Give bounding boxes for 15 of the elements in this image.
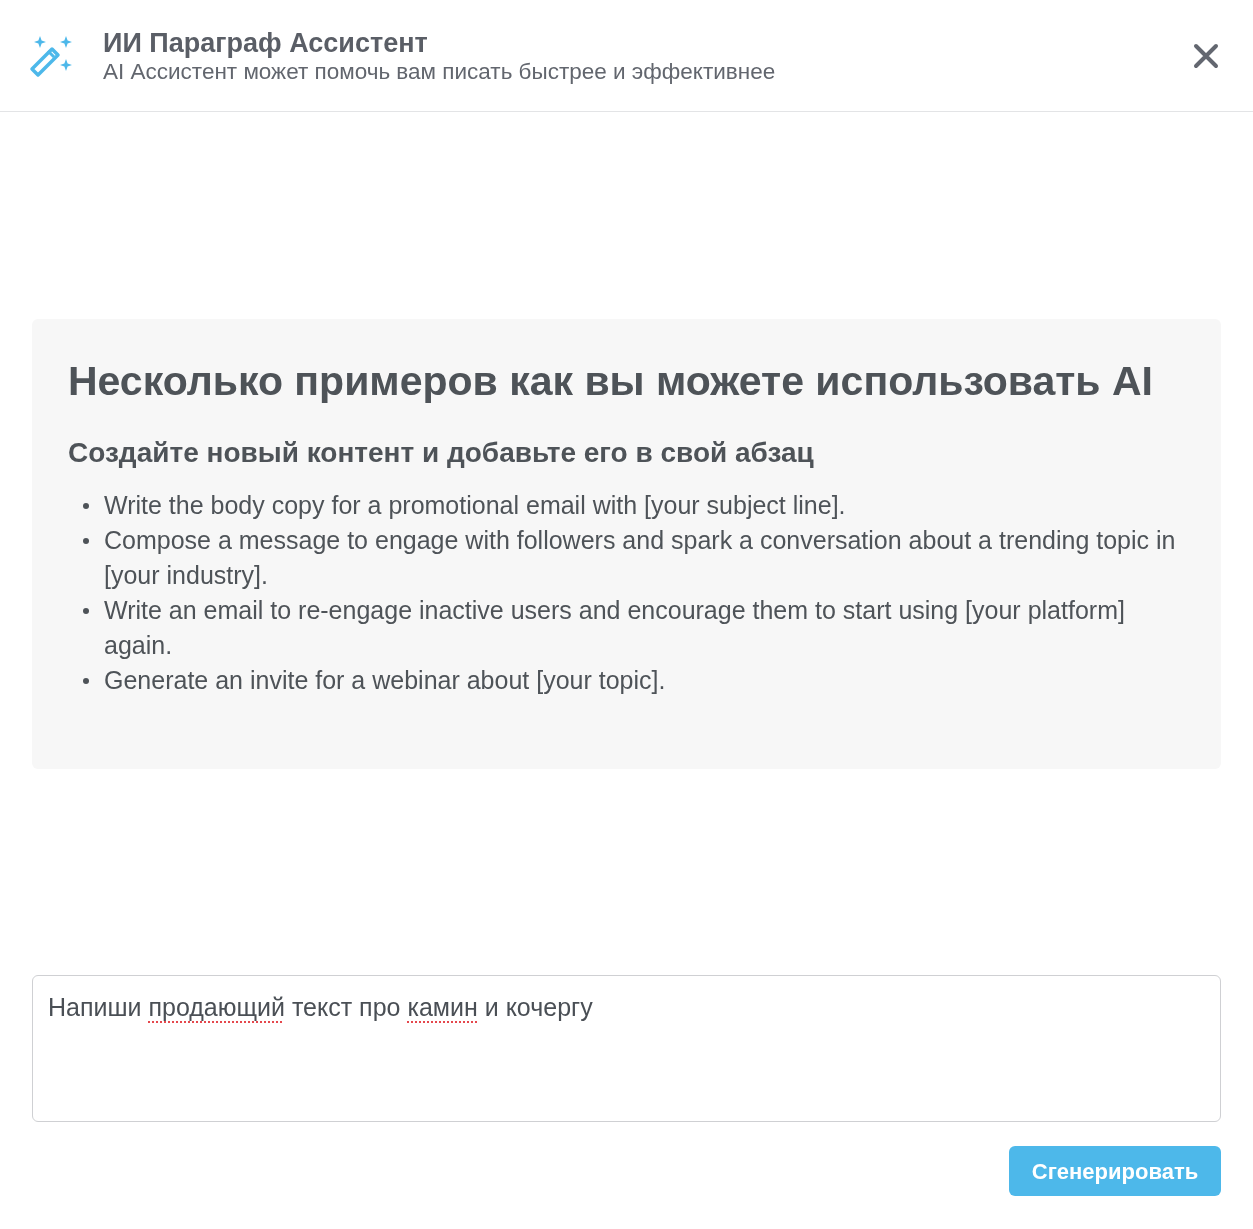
bullet-icon bbox=[83, 608, 89, 614]
prompt-field[interactable]: Напиши продающий текст про камин и кочергу bbox=[32, 975, 1221, 1122]
bullet-icon bbox=[83, 503, 89, 509]
examples-heading: Несколько примеров как вы можете использовать AI bbox=[68, 357, 1154, 406]
bullet-icon bbox=[83, 678, 89, 684]
example-prompt: Compose a message to engage with followers and spark a conversation about a trending topic in [your industry]. bbox=[104, 525, 1177, 591]
bullet-icon bbox=[83, 538, 89, 544]
example-prompt: Write the body copy for a promotional email with [your subject line]. bbox=[104, 490, 846, 521]
close-icon bbox=[1193, 42, 1219, 69]
example-prompt: Generate an invite for a webinar about [your topic]. bbox=[104, 665, 666, 696]
dialog-subtitle: AI Ассистент может помочь вам писать быстрее и эффективнее bbox=[103, 58, 777, 85]
dialog-title: ИИ Параграф Ассистент bbox=[103, 26, 429, 59]
example-prompt: Write an email to re-engage inactive users and encourage them to start using [your platform] again. bbox=[104, 595, 1126, 661]
prompt-text: Напиши продающий текст про камин и кочергу bbox=[48, 993, 593, 1021]
examples-subheading: Создайте новый контент и добавьте его в свой абзац bbox=[68, 436, 815, 470]
